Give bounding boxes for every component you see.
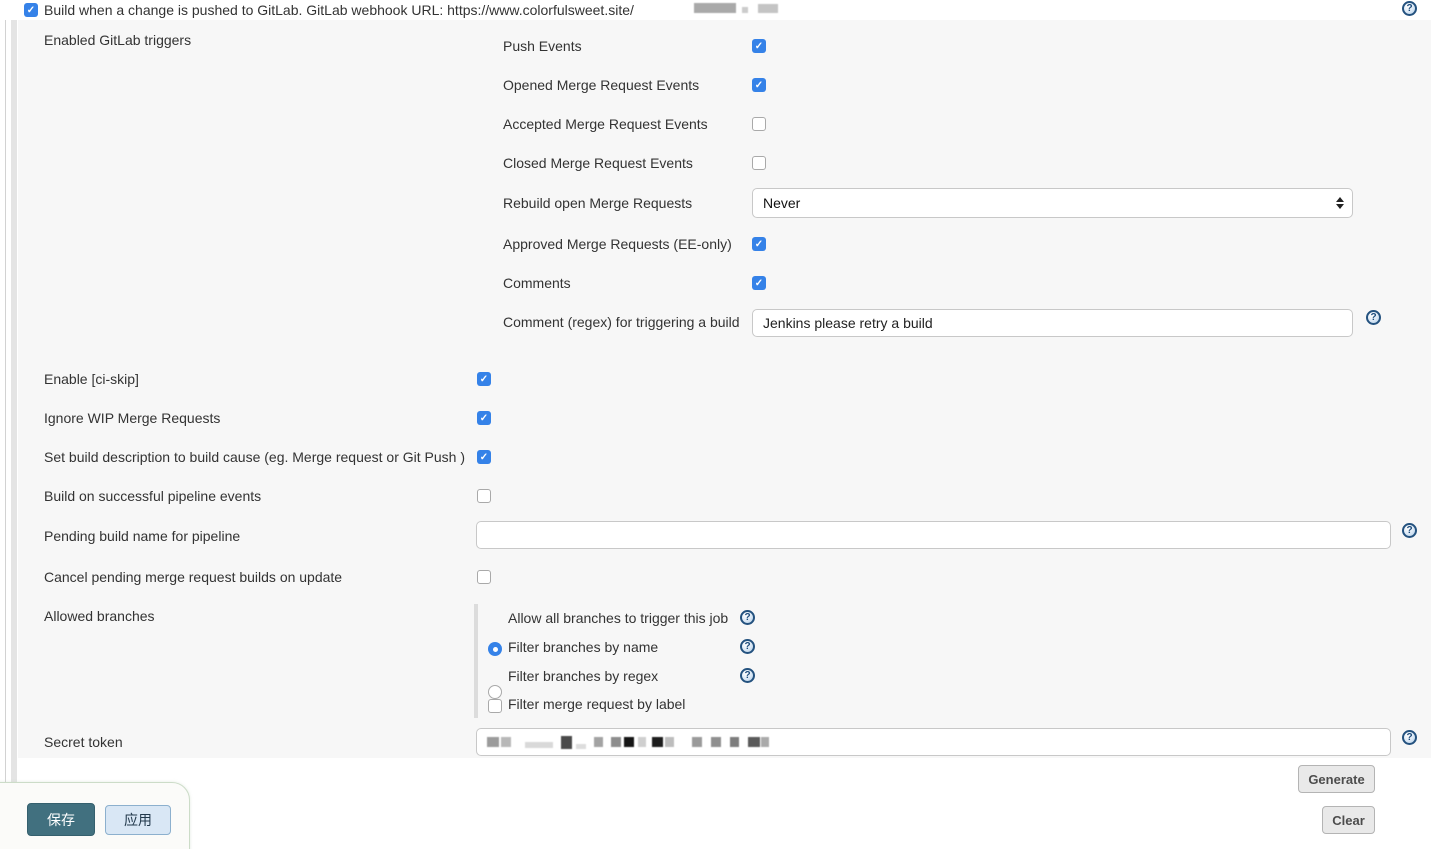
select-spinner-icon [1336,189,1344,217]
filter-mr-by-label-checkbox[interactable] [488,699,502,713]
secret-token-input[interactable] [476,728,1391,756]
apply-button[interactable]: 应用 [105,805,171,835]
approved-mr-label: Approved Merge Requests (EE-only) [503,236,732,252]
opened-mr-events-label: Opened Merge Request Events [503,77,699,93]
accepted-mr-events-label: Accepted Merge Request Events [503,116,708,132]
cancel-pending-mr-checkbox[interactable] [477,570,491,584]
help-icon[interactable] [1366,310,1381,325]
opened-mr-events-checkbox[interactable] [752,78,766,92]
ignore-wip-mr-label: Ignore WIP Merge Requests [44,410,220,426]
filter-mr-by-label-label: Filter merge request by label [508,696,685,712]
comment-regex-input[interactable] [752,309,1353,337]
allow-all-branches-label: Allow all branches to trigger this job [508,610,728,626]
help-icon[interactable] [740,639,755,654]
enable-ci-skip-checkbox[interactable] [477,372,491,386]
comment-regex-label: Comment (regex) for triggering a build [503,314,740,330]
section-left-border [5,20,6,782]
rebuild-select-value: Never [763,195,800,211]
radio-group-rail [474,604,478,718]
rebuild-open-mr-select[interactable]: Never [752,188,1353,218]
clear-button[interactable]: Clear [1322,806,1375,834]
redacted-webhook-url-suffix [694,3,778,13]
pending-build-name-label: Pending build name for pipeline [44,528,240,544]
help-icon[interactable] [1402,730,1417,745]
push-events-label: Push Events [503,38,582,54]
triggers-section-label: Enabled GitLab triggers [44,32,191,48]
set-build-description-checkbox[interactable] [477,450,491,464]
comments-checkbox[interactable] [752,276,766,290]
build-on-pipeline-checkbox[interactable] [477,489,491,503]
accepted-mr-events-checkbox[interactable] [752,117,766,131]
closed-mr-events-checkbox[interactable] [752,156,766,170]
cancel-pending-mr-label: Cancel pending merge request builds on u… [44,569,342,585]
approved-mr-checkbox[interactable] [752,237,766,251]
push-events-checkbox[interactable] [752,39,766,53]
gitlab-trigger-config-page: Build when a change is pushed to GitLab.… [0,0,1431,849]
closed-mr-events-label: Closed Merge Request Events [503,155,693,171]
comments-label: Comments [503,275,571,291]
pending-build-name-input[interactable] [476,521,1391,549]
filter-branches-by-regex-label: Filter branches by regex [508,668,658,684]
ignore-wip-mr-checkbox[interactable] [477,411,491,425]
help-icon[interactable] [1402,523,1417,538]
help-icon[interactable] [1402,1,1417,16]
rebuild-open-mr-label: Rebuild open Merge Requests [503,195,692,211]
allow-all-branches-radio[interactable] [488,642,502,656]
allowed-branches-label: Allowed branches [44,608,155,624]
set-build-description-label: Set build description to build cause (eg… [44,449,465,465]
redacted-secret-token [487,736,769,749]
help-icon[interactable] [740,610,755,625]
section-background [18,20,1431,758]
build-on-pipeline-label: Build on successful pipeline events [44,488,261,504]
save-button[interactable]: 保存 [27,803,95,836]
build-when-pushed-checkbox[interactable] [24,3,38,17]
section-indent-bar [11,20,17,849]
generate-button[interactable]: Generate [1298,765,1375,793]
help-icon[interactable] [740,668,755,683]
build-when-pushed-label: Build when a change is pushed to GitLab.… [44,2,634,18]
secret-token-label: Secret token [44,734,123,750]
enable-ci-skip-label: Enable [ci-skip] [44,371,139,387]
filter-branches-by-name-radio[interactable] [488,685,502,699]
filter-branches-by-name-label: Filter branches by name [508,639,658,655]
